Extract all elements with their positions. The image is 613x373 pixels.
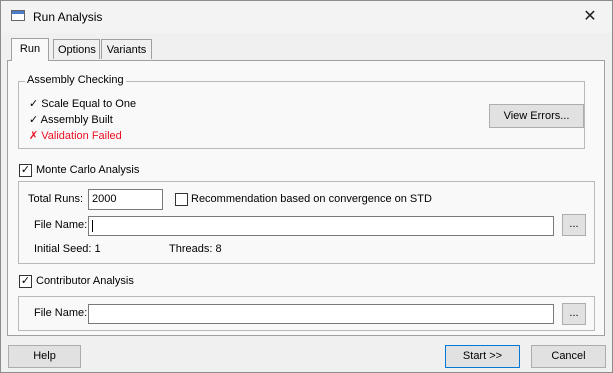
contributor-browse-button[interactable]: ... — [562, 303, 586, 325]
monte-carlo-label: Monte Carlo Analysis — [36, 164, 140, 176]
checkmark-icon: ✓ — [29, 114, 39, 126]
run-tab-panel: Assembly Checking ✓ Scale Equal to One ✓… — [7, 60, 605, 336]
contributor-file-name-input[interactable] — [88, 304, 554, 324]
recommendation-checkbox[interactable] — [175, 193, 188, 206]
close-icon[interactable]: ✕ — [579, 7, 601, 27]
recommendation-label: Recommendation based on convergence on S… — [191, 193, 432, 205]
check-assembly-built: ✓ Assembly Built — [29, 113, 113, 126]
contributor-label: Contributor Analysis — [36, 275, 134, 287]
tab-variants[interactable]: Variants — [101, 39, 152, 59]
total-runs-label: Total Runs: — [28, 193, 84, 205]
mc-browse-button[interactable]: ... — [562, 214, 586, 236]
initial-seed-label: Initial Seed: 1 — [34, 243, 101, 255]
error-x-icon: ✗ — [29, 130, 39, 142]
monte-carlo-group: Total Runs: 2000 Recommendation based on… — [18, 181, 595, 264]
window-title: Run Analysis — [33, 10, 103, 24]
view-errors-button[interactable]: View Errors... — [489, 104, 584, 128]
check-validation: ✗ Validation Failed — [29, 129, 122, 142]
check-validation-text: Validation Failed — [41, 130, 122, 142]
help-button[interactable]: Help — [8, 345, 81, 368]
app-window-icon — [11, 10, 25, 21]
mc-file-name-input[interactable] — [88, 216, 554, 236]
monte-carlo-checkbox[interactable]: ✓ — [19, 164, 32, 177]
title-bar: Run Analysis ✕ — [1, 1, 612, 33]
contributor-file-name-label: File Name: — [34, 307, 88, 319]
run-analysis-dialog: Run Analysis ✕ Run Options Variants Asse… — [0, 0, 613, 373]
cancel-button[interactable]: Cancel — [531, 345, 606, 368]
assembly-checking-title: Assembly Checking — [25, 74, 126, 86]
text-caret — [92, 220, 93, 233]
checkmark-icon: ✓ — [29, 98, 39, 110]
check-scale: ✓ Scale Equal to One — [29, 97, 136, 110]
contributor-checkbox[interactable]: ✓ — [19, 275, 32, 288]
mc-file-name-label: File Name: — [34, 219, 88, 231]
threads-label: Threads: 8 — [169, 243, 222, 255]
assembly-checking-group: Assembly Checking ✓ Scale Equal to One ✓… — [18, 74, 585, 149]
check-scale-text: Scale Equal to One — [41, 98, 137, 110]
total-runs-input[interactable]: 2000 — [88, 189, 163, 210]
contributor-group: File Name: ... — [18, 296, 595, 331]
tab-run[interactable]: Run — [11, 38, 49, 61]
check-assembly-built-text: Assembly Built — [40, 114, 113, 126]
start-button[interactable]: Start >> — [445, 345, 520, 368]
tab-options[interactable]: Options — [53, 39, 100, 59]
